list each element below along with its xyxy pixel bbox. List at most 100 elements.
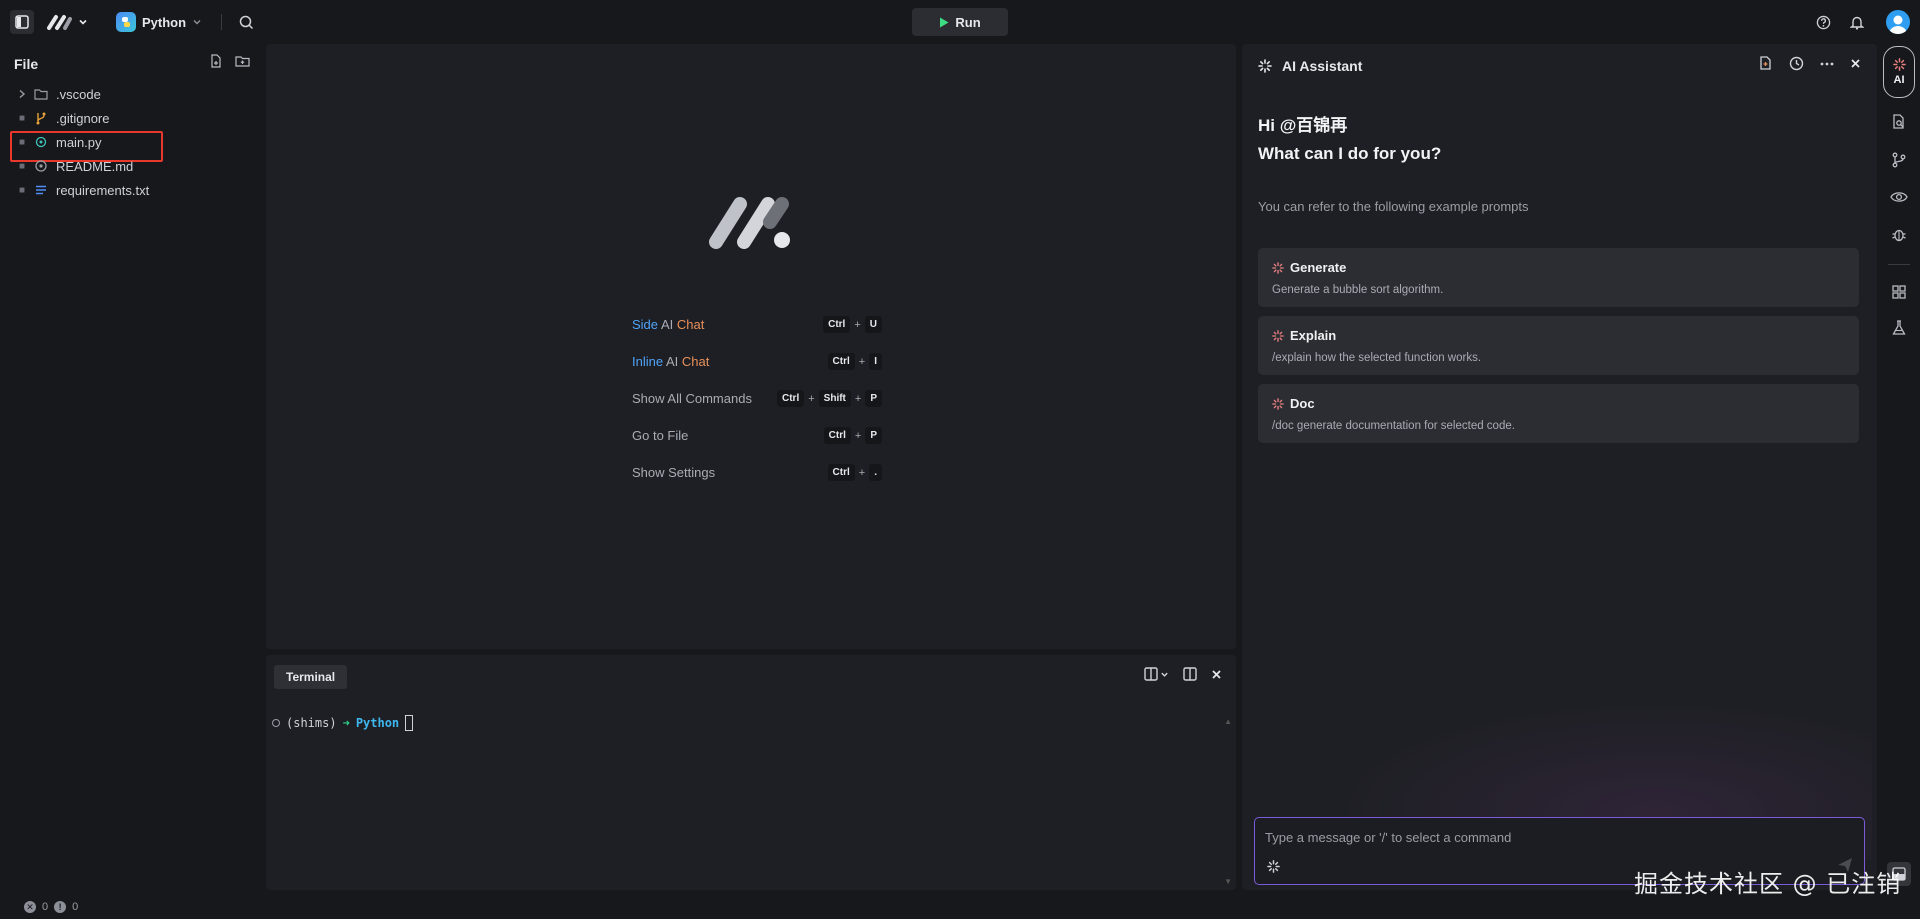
tree-bullet: ■	[18, 160, 26, 172]
watermark: 掘金技术社区 @ 已注销	[1634, 870, 1902, 898]
search-button[interactable]	[234, 10, 258, 34]
ai-sparkle-icon	[1892, 58, 1906, 71]
more-options-icon[interactable]	[1820, 62, 1834, 66]
tree-item-gitignore[interactable]: ■ .gitignore	[0, 106, 264, 130]
scroll-up-icon[interactable]: ▲	[1224, 717, 1232, 726]
shortcut-label: Show Settings	[632, 465, 716, 480]
activity-rail: AI	[1880, 44, 1920, 895]
file-explorer-title: File	[14, 56, 39, 72]
close-icon[interactable]	[1850, 58, 1861, 69]
terminal-arrow: ➜	[342, 716, 350, 730]
tree-item-readme[interactable]: ■ README.md	[0, 154, 264, 178]
split-layout-button[interactable]	[1144, 667, 1169, 681]
error-icon: ✕	[24, 901, 36, 913]
terminal-cwd: Python	[355, 716, 400, 730]
tree-item-requirements[interactable]: ■ requirements.txt	[0, 178, 264, 202]
prompt-status-icon	[272, 719, 280, 727]
testing-flask-icon[interactable]	[1889, 318, 1909, 338]
editor-area: Side AI Chat Ctrl + U Inline AI Chat Ctrl +…	[266, 44, 1236, 649]
shortcut-keys: Ctrl + I	[827, 353, 882, 370]
rail-ai-assistant[interactable]: AI	[1883, 46, 1915, 98]
ai-chat-input[interactable]	[1265, 828, 1805, 846]
terminal-panel: Terminal (shims) ➜ Python ▲ ▼	[266, 655, 1236, 890]
terminal-env: (shims)	[286, 716, 337, 730]
new-folder-icon[interactable]	[235, 54, 250, 68]
status-bar[interactable]: ✕ 0 ! 0	[0, 895, 1920, 919]
prompt-card-doc[interactable]: Doc /doc generate documentation for sele…	[1258, 384, 1859, 443]
debug-bug-icon[interactable]	[1889, 224, 1909, 244]
folder-icon	[34, 87, 48, 101]
file-tree: .vscode ■ .gitignore ■ main.py ■ README.…	[0, 82, 264, 202]
preview-eye-icon[interactable]	[1889, 187, 1909, 207]
greeting-line-1: Hi @百锦再	[1258, 116, 1348, 135]
new-file-icon[interactable]	[209, 54, 223, 68]
shortcut-inline-ai-chat[interactable]: Inline AI Chat Ctrl + I	[632, 343, 882, 380]
ai-sparkle-icon[interactable]	[1267, 860, 1280, 876]
help-button[interactable]	[1812, 11, 1834, 33]
prompt-card-generate[interactable]: Generate Generate a bubble sort algorith…	[1258, 248, 1859, 307]
shortcut-show-settings[interactable]: Show Settings Ctrl +.	[632, 454, 882, 491]
shortcut-go-to-file[interactable]: Go to File Ctrl + P	[632, 417, 882, 454]
new-chat-icon[interactable]	[1758, 56, 1773, 71]
shortcut-side-ai-chat[interactable]: Side AI Chat Ctrl + U	[632, 306, 882, 343]
tree-item-label: README.md	[56, 158, 134, 174]
tree-item-main-py[interactable]: ■ main.py	[0, 130, 264, 162]
shortcut-list: Side AI Chat Ctrl + U Inline AI Chat Ctrl +…	[632, 306, 882, 491]
app-menu-button[interactable]	[46, 10, 88, 34]
greeting-line-2: What can I do for you?	[1258, 144, 1442, 163]
extensions-grid-icon[interactable]	[1889, 282, 1909, 302]
tree-item-label: main.py	[56, 134, 102, 150]
toolbar-divider	[221, 14, 222, 30]
error-count: 0	[42, 901, 49, 913]
file-search-icon[interactable]	[1889, 112, 1909, 132]
prompt-title: Doc	[1290, 396, 1315, 411]
python-logo-icon	[116, 12, 136, 32]
text-lines-icon	[34, 183, 48, 197]
terminal-cursor	[405, 715, 414, 731]
tree-item-label: requirements.txt	[56, 182, 150, 198]
user-avatar-icon	[1889, 15, 1907, 34]
source-control-icon[interactable]	[1889, 150, 1909, 170]
tab-terminal[interactable]: Terminal	[274, 665, 348, 689]
shortcut-keys: Ctrl + Shift + P	[777, 390, 882, 407]
sidebar-toggle-button[interactable]	[10, 10, 34, 34]
shortcut-keys: Ctrl + U	[823, 316, 882, 333]
shortcut-label: Inline AI Chat	[632, 354, 710, 369]
shortcut-show-all-commands[interactable]: Show All Commands Ctrl + Shift + P	[632, 380, 882, 417]
language-selector[interactable]: Python	[116, 10, 202, 34]
terminal-prompt-line[interactable]: (shims) ➜ Python	[272, 715, 414, 731]
ai-assistant-panel: AI Assistant Hi @百锦再 What can I do for y…	[1242, 44, 1877, 890]
shortcut-keys: Ctrl +.	[827, 464, 882, 481]
python-file-icon	[34, 135, 48, 149]
ai-sparkle-icon	[1272, 261, 1284, 274]
history-icon[interactable]	[1789, 56, 1804, 71]
tree-item-vscode[interactable]: .vscode	[0, 82, 264, 106]
sidebar-panel-icon	[15, 15, 29, 29]
ai-sparkle-icon	[1272, 397, 1284, 410]
chevron-right-icon[interactable]	[18, 89, 26, 99]
shortcut-label: Show All Commands	[632, 391, 752, 406]
tree-item-label: .gitignore	[56, 110, 110, 126]
chevron-down-icon	[193, 20, 201, 25]
close-icon[interactable]	[1211, 669, 1222, 680]
run-button[interactable]: Run	[912, 8, 1008, 36]
example-prompts-hint: You can refer to the following example p…	[1258, 199, 1529, 214]
prompt-card-explain[interactable]: Explain /explain how the selected functi…	[1258, 316, 1859, 375]
tree-item-label: .vscode	[56, 86, 101, 102]
rail-ai-label: AI	[1893, 74, 1905, 86]
file-explorer: File .vscode ■ .gitignore ■ main.py ■ RE…	[0, 44, 264, 895]
warning-icon: !	[54, 901, 67, 913]
ai-greeting: Hi @百锦再 What can I do for you?	[1258, 112, 1441, 168]
play-icon	[940, 17, 949, 27]
git-branch-icon	[34, 111, 48, 125]
notifications-button[interactable]	[1846, 11, 1868, 33]
split-terminal-icon[interactable]	[1183, 667, 1197, 681]
shortcut-label: Go to File	[632, 428, 689, 443]
prompt-title: Generate	[1290, 260, 1347, 275]
help-circle-icon	[1816, 15, 1830, 29]
shortcut-label: Side AI Chat	[632, 317, 705, 332]
scroll-down-icon[interactable]: ▼	[1224, 877, 1232, 886]
prompt-description: Generate a bubble sort algorithm.	[1272, 284, 1444, 296]
prompt-description: /explain how the selected function works…	[1272, 352, 1482, 364]
user-avatar[interactable]	[1886, 10, 1910, 34]
